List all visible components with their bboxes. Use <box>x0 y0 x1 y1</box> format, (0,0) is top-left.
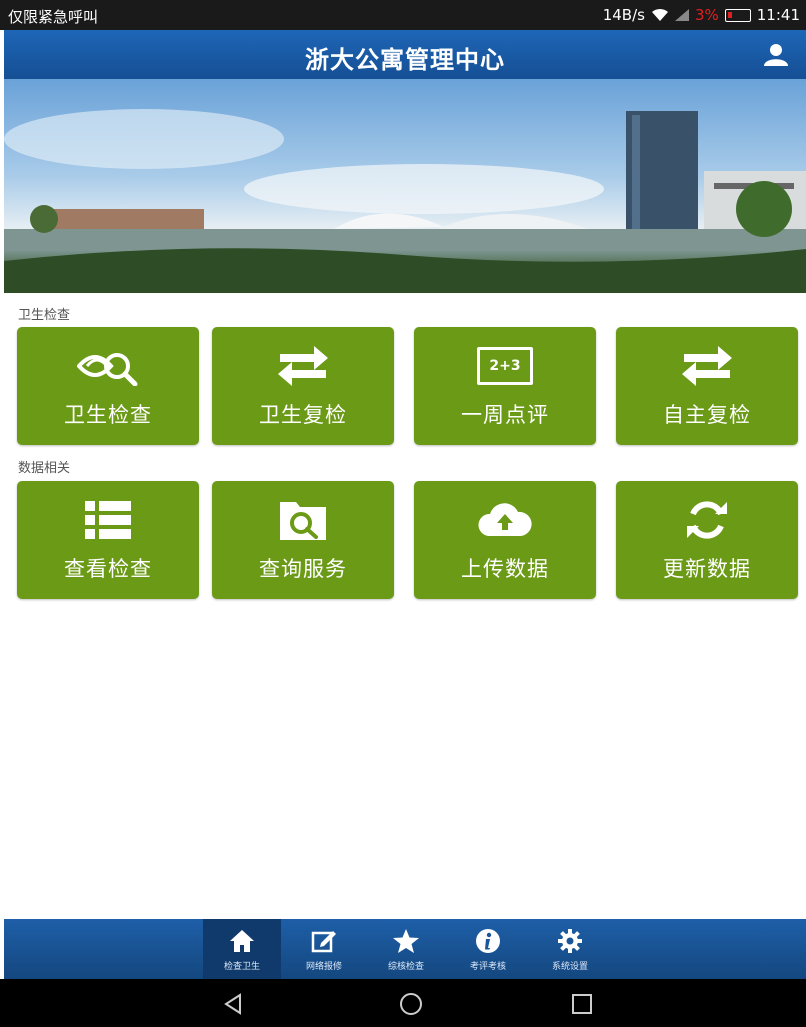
tile-refresh-data[interactable]: 更新数据 <box>616 481 798 599</box>
gear-icon <box>558 929 582 953</box>
page-title: 浙大公寓管理中心 <box>305 46 505 74</box>
campus-banner-image <box>4 79 806 293</box>
tile-hygiene-recheck[interactable]: 卫生复检 <box>212 327 394 445</box>
tile-query-service[interactable]: 查询服务 <box>212 481 394 599</box>
tile-label: 上传数据 <box>461 557 549 581</box>
status-indicators: 14B/s 3% 11:41 <box>603 6 800 24</box>
tab-label: 考评考核 <box>469 962 506 972</box>
tile-weekly-review[interactable]: 2+3 一周点评 <box>414 327 596 445</box>
tab-evaluation[interactable]: 考评考核 <box>449 919 527 979</box>
tab-label: 网络报修 <box>305 962 342 972</box>
network-speed: 14B/s <box>602 6 645 24</box>
tile-view-inspection[interactable]: 查看检查 <box>17 481 199 599</box>
score-board-icon: 2+3 <box>477 347 533 385</box>
carrier-text: 仅限紧急呼叫 <box>8 8 99 26</box>
app-header: 浙大公寓管理中心 <box>4 30 806 79</box>
swap-arrows-icon <box>682 346 732 386</box>
section-label-data: 数据相关 <box>18 461 71 476</box>
back-button[interactable] <box>218 989 248 1019</box>
star-icon <box>393 929 419 953</box>
edit-icon <box>311 931 336 953</box>
folder-search-icon <box>280 502 326 540</box>
bottom-tab-bar: 检查卫生 网络报修 综核检查 考评考核 系统设置 <box>4 919 806 979</box>
tab-label: 系统设置 <box>551 962 588 972</box>
tile-upload-data[interactable]: 上传数据 <box>414 481 596 599</box>
tile-label: 查看检查 <box>64 557 152 581</box>
campus-photo <box>4 109 806 293</box>
tile-label: 更新数据 <box>663 557 751 581</box>
wifi-icon <box>651 8 668 21</box>
tile-label: 一周点评 <box>461 403 549 427</box>
clock: 11:41 <box>756 6 800 24</box>
home-circle-icon <box>400 993 422 1015</box>
signal-icon <box>674 9 689 21</box>
battery-percent: 3% <box>694 6 719 24</box>
home-icon <box>230 930 254 952</box>
tile-hygiene-check[interactable]: 卫生检查 <box>17 327 199 445</box>
tab-settings[interactable]: 系统设置 <box>531 919 609 979</box>
tab-label: 检查卫生 <box>223 962 260 972</box>
tab-label: 综核检查 <box>387 962 424 972</box>
battery-icon <box>724 8 751 22</box>
swap-arrows-icon <box>278 346 328 386</box>
tile-self-recheck[interactable]: 自主复检 <box>616 327 798 445</box>
recents-icon <box>572 994 592 1014</box>
back-icon <box>224 993 241 1015</box>
user-icon[interactable] <box>762 42 790 68</box>
section-label-hygiene: 卫生检查 <box>18 308 71 323</box>
home-button[interactable] <box>396 989 426 1019</box>
tab-comprehensive-check[interactable]: 综核检查 <box>367 919 445 979</box>
tile-label: 卫生复检 <box>259 403 347 427</box>
tab-network-repair[interactable]: 网络报修 <box>285 919 363 979</box>
eye-search-icon <box>77 353 138 386</box>
tile-label: 卫生检查 <box>64 403 152 427</box>
info-icon <box>476 929 500 953</box>
score-board-text: 2+3 <box>489 358 521 374</box>
refresh-icon <box>687 501 727 539</box>
system-nav-bar <box>0 979 806 1027</box>
tile-label: 自主复检 <box>663 403 751 427</box>
tab-hygiene[interactable]: 检查卫生 <box>203 919 281 979</box>
tile-label: 查询服务 <box>259 557 347 581</box>
list-icon <box>85 501 131 539</box>
cloud-upload-icon <box>478 503 532 536</box>
status-bar: 仅限紧急呼叫 14B/s 3% 11:41 <box>0 0 806 30</box>
recents-button[interactable] <box>567 989 597 1019</box>
